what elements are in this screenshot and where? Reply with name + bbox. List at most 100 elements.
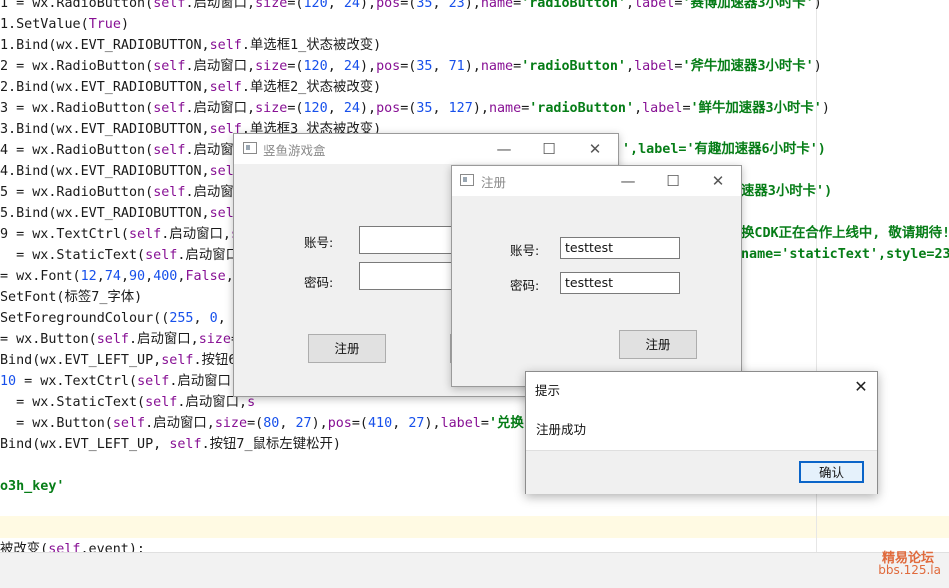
code-token: SetForegroundColour((	[0, 311, 170, 326]
code-token: ),	[311, 416, 328, 431]
code-token: size	[214, 416, 248, 431]
message-text: 注册成功	[536, 422, 587, 437]
code-token: =(	[351, 416, 368, 431]
main-window-titlebar[interactable]: 竖鱼游戏盒 — ☐ ✕	[234, 134, 618, 164]
account-label: 账号:	[304, 235, 334, 250]
register-submit-button[interactable]: 注册	[619, 330, 697, 359]
current-line-highlight	[0, 516, 949, 538]
code-token: 80	[263, 416, 280, 431]
code-line: SetFont(标签7_字体)	[0, 287, 142, 308]
code-token: self	[112, 416, 146, 431]
code-token: 1.SetValue(	[0, 17, 89, 32]
code-token: label	[634, 59, 675, 74]
code-token: 4 = wx.RadioButton(	[0, 143, 154, 158]
code-token: =(	[400, 101, 417, 116]
code-token: self	[129, 227, 162, 242]
close-icon[interactable]: ✕	[850, 376, 872, 398]
code-line: = wx.StaticText(self.启动窗口,s	[0, 245, 255, 266]
code-token: 27	[408, 416, 425, 431]
code-token: = wx.Font(	[0, 269, 81, 284]
code-line: 3 = wx.RadioButton(self.启动窗口,size=(120, …	[0, 98, 830, 119]
code-token: =(	[287, 59, 304, 74]
code-token: =(	[247, 416, 264, 431]
register-window-titlebar[interactable]: 注册 — ☐ ✕	[452, 166, 741, 196]
code-token: )	[120, 17, 129, 32]
code-token: 4.Bind(wx.EVT_RADIOBUTTON,	[0, 164, 210, 179]
main-window-title: 竖鱼游戏盒	[263, 143, 326, 158]
code-token: .启动窗口,	[185, 59, 256, 74]
watermark-line2: bbs.125.la	[878, 563, 941, 577]
close-icon[interactable]: ✕	[584, 138, 606, 160]
code-token: ,	[217, 311, 226, 326]
code-token: = wx.TextCtrl(	[16, 374, 138, 389]
minimize-icon[interactable]: —	[617, 170, 639, 192]
code-token: =(	[400, 59, 417, 74]
code-token: 2 = wx.RadioButton(	[0, 59, 154, 74]
register-window: 注册 — ☐ ✕ 账号: testtest 密码: testtest 注册	[451, 165, 742, 387]
code-token: 'radioButton'	[529, 101, 635, 116]
code-token: 23	[448, 0, 465, 11]
code-token: )	[821, 101, 830, 116]
code-token: 0	[209, 311, 218, 326]
code-line: Bind(wx.EVT_LEFT_UP, self.按钮7_鼠标左键松开)	[0, 434, 341, 455]
app-icon	[460, 174, 474, 186]
password-label: 密码:	[510, 278, 540, 293]
code-token: ,	[193, 311, 210, 326]
code-token: ),	[472, 101, 489, 116]
code-token: ,	[120, 269, 129, 284]
code-token: label	[440, 416, 481, 431]
code-token: ,	[279, 416, 296, 431]
account-input[interactable]	[359, 226, 459, 254]
message-box-footer: 确认	[526, 450, 877, 494]
close-icon[interactable]: ✕	[707, 170, 729, 192]
code-token: .启动窗口,	[185, 0, 256, 11]
code-token: .启动窗口,	[185, 101, 256, 116]
code-line: 1.Bind(wx.EVT_RADIOBUTTON,self.单选框1_状态被改…	[0, 35, 381, 56]
maximize-icon[interactable]: ☐	[538, 138, 560, 160]
code-token: self	[153, 101, 186, 116]
code-token: size	[255, 0, 288, 11]
code-token: 90	[129, 269, 146, 284]
password-input[interactable]	[359, 262, 459, 290]
message-box: 提示 ✕ 注册成功 确认	[525, 371, 878, 494]
code-token: 35	[416, 101, 433, 116]
code-token: =	[480, 416, 489, 431]
code-token: self	[209, 38, 242, 53]
code-token: ,	[432, 59, 449, 74]
register-window-title: 注册	[481, 175, 507, 190]
code-token: 5 = wx.RadioButton(	[0, 185, 154, 200]
code-token: '鲜牛加速器3小时卡'	[690, 101, 822, 116]
code-line: 4 = wx.RadioButton(self.启动窗口	[0, 140, 247, 161]
code-token: self	[153, 59, 186, 74]
code-token: 2.Bind(wx.EVT_RADIOBUTTON,	[0, 80, 210, 95]
code-token: 3.Bind(wx.EVT_RADIOBUTTON,	[0, 122, 210, 137]
maximize-icon[interactable]: ☐	[662, 170, 684, 192]
code-token: =	[682, 101, 691, 116]
code-token: ,	[145, 269, 154, 284]
code-token: ),	[464, 0, 481, 11]
code-token: 24	[343, 0, 360, 11]
code-token: name	[480, 0, 514, 11]
ok-button[interactable]: 确认	[799, 461, 864, 483]
code-token: 12	[80, 269, 97, 284]
code-token: self	[96, 332, 129, 347]
code-line: = wx.Font(12,74,90,400,False,'	[0, 266, 242, 287]
password-input[interactable]: testtest	[560, 272, 680, 294]
code-token: ,	[327, 59, 344, 74]
code-token: size	[198, 332, 231, 347]
code-line: 10 = wx.TextCtrl(self.启动窗口,	[0, 371, 239, 392]
register-button[interactable]: 注册	[308, 334, 386, 363]
code-line: 4.Bind(wx.EVT_RADIOBUTTON,self	[0, 161, 242, 182]
account-input[interactable]: testtest	[560, 237, 680, 259]
code-token: ,	[432, 0, 449, 11]
code-token: =	[513, 0, 522, 11]
code-token: ),	[464, 59, 481, 74]
minimize-icon[interactable]: —	[493, 138, 515, 160]
code-token: 35	[416, 59, 433, 74]
code-token: size	[255, 59, 288, 74]
code-token: ,	[634, 101, 643, 116]
code-fragment-line10: 速器3小时卡')	[741, 184, 833, 199]
code-token: Bind(wx.EVT_LEFT_UP,	[0, 353, 162, 368]
code-token: = wx.StaticText(	[0, 248, 146, 263]
code-token: ,	[96, 269, 105, 284]
